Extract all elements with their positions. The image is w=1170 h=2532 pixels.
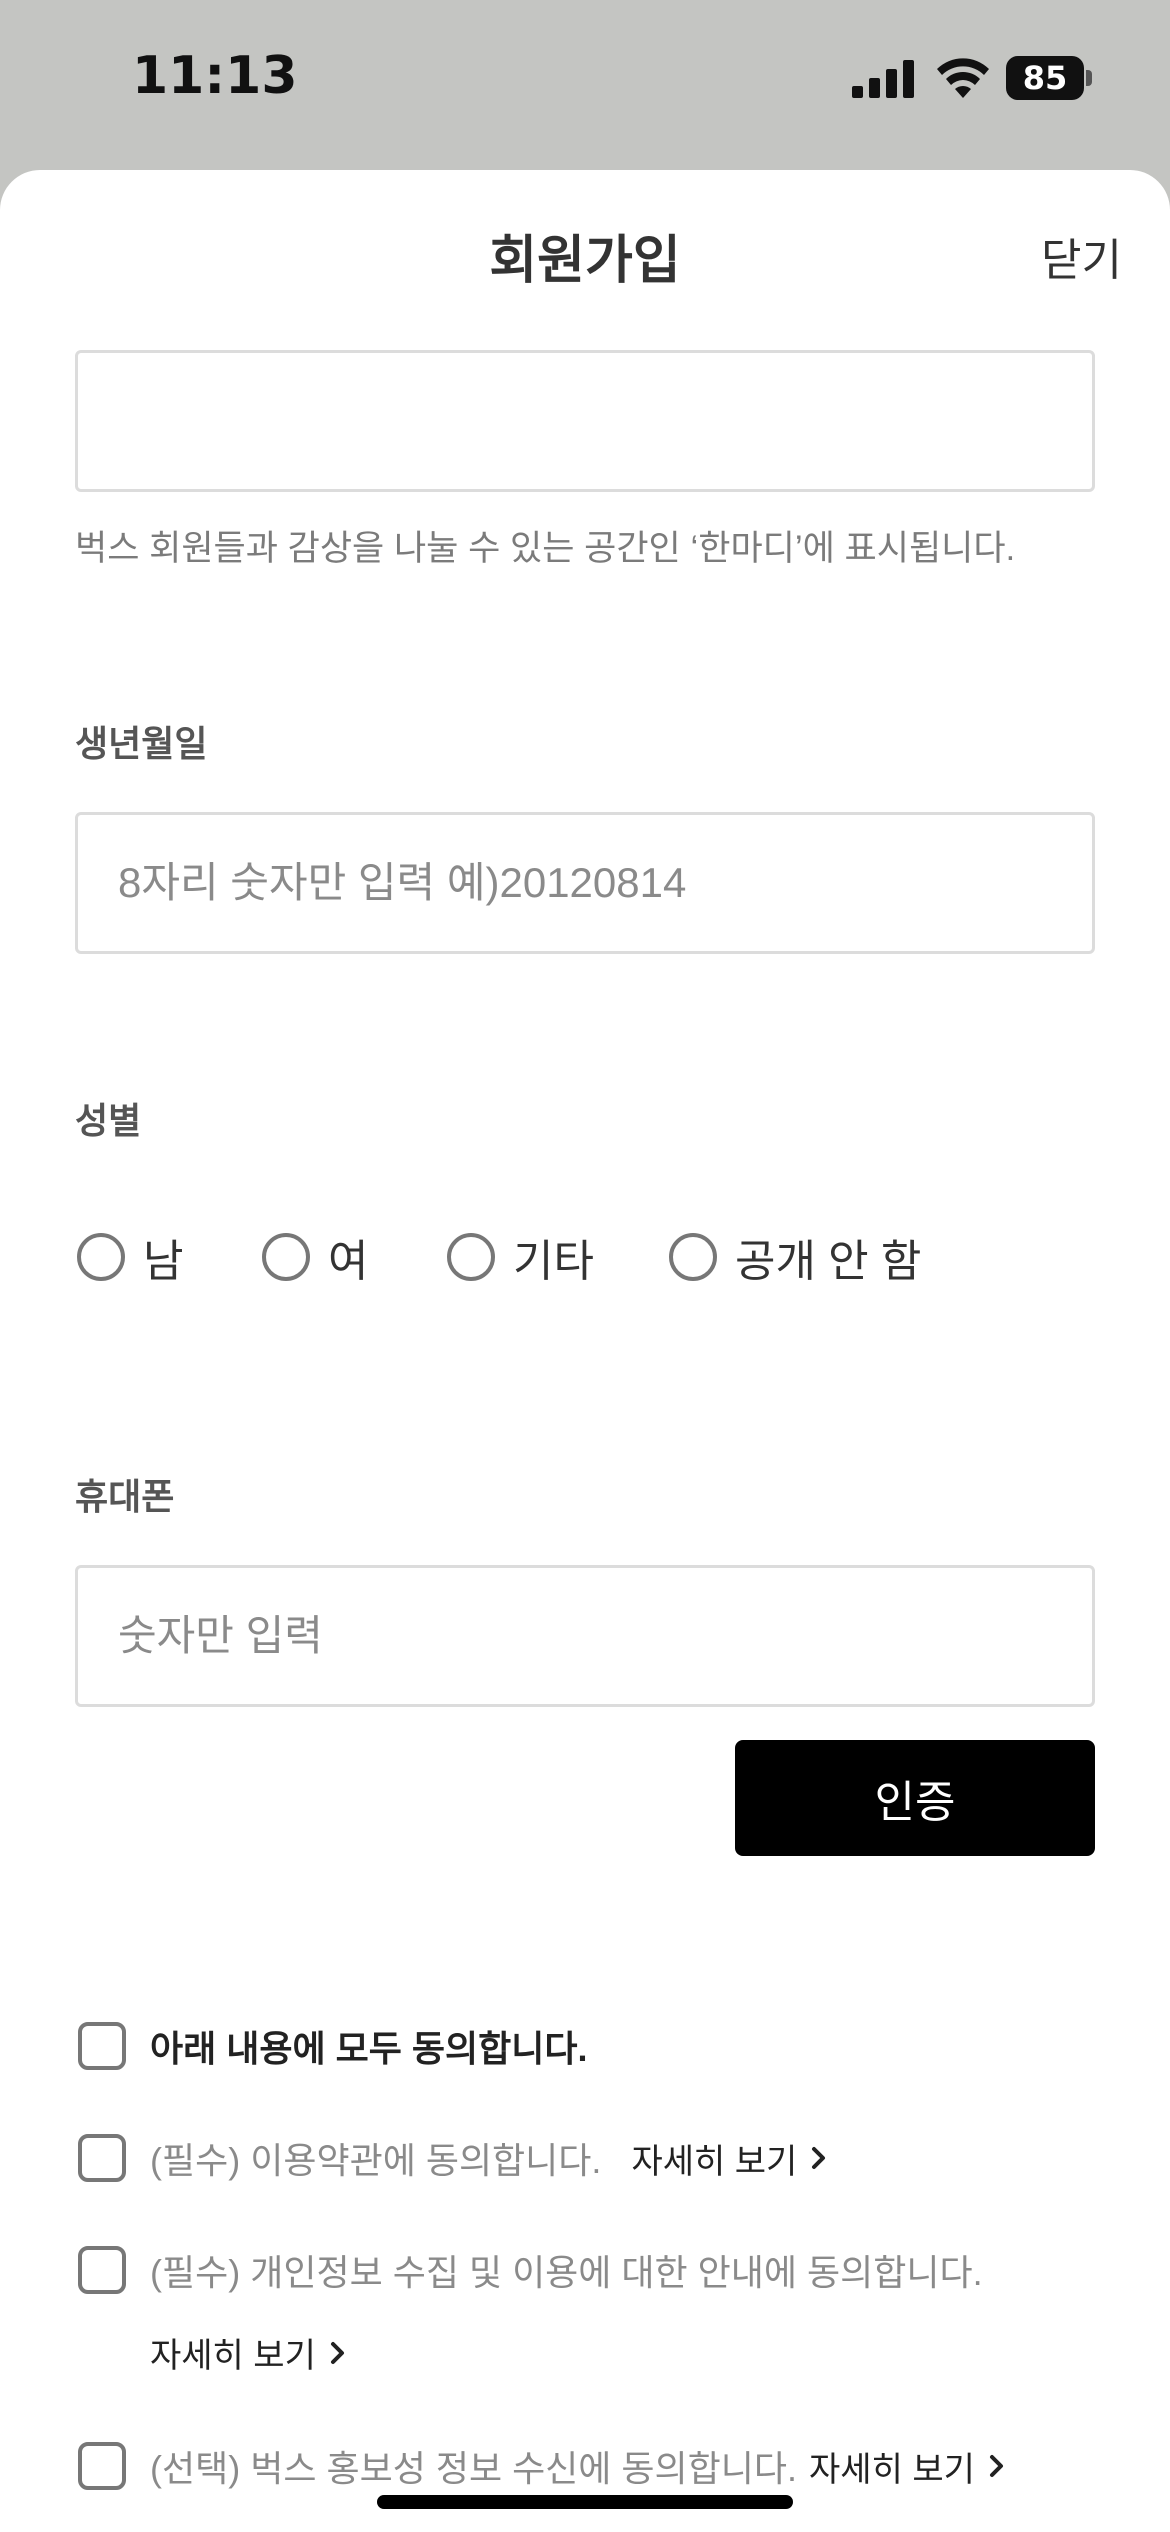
birthdate-input[interactable] (75, 812, 1095, 954)
page-title: 회원가입 (489, 232, 681, 290)
gender-option-undisclosed[interactable]: 공개 안 함 (669, 1227, 921, 1287)
radio-label: 남 (143, 1237, 184, 1286)
agreement-row-privacy: (필수) 개인정보 수집 및 이용에 대한 안내에 동의합니다. (78, 2244, 983, 2296)
gender-option-other[interactable]: 기타 (447, 1227, 594, 1287)
signup-sheet: 회원가입 닫기 벅스 회원들과 감상을 나눌 수 있는 공간인 ‘한마디’에 표… (0, 170, 1170, 2532)
agreement-row-terms: (필수) 이용약관에 동의합니다. 자세히 보기 (78, 2132, 829, 2184)
verify-button[interactable]: 인증 (735, 1740, 1095, 1856)
detail-link-label: 자세히 보기 (150, 2337, 316, 2375)
agree-all-row: 아래 내용에 모두 동의합니다. (78, 2020, 587, 2072)
marketing-detail-link[interactable]: 자세히 보기 (809, 2442, 1007, 2491)
marketing-checkbox[interactable] (78, 2442, 126, 2490)
terms-label: (필수) 이용약관에 동의합니다. (150, 2140, 602, 2181)
nickname-help-text: 벅스 회원들과 감상을 나눌 수 있는 공간인 ‘한마디’에 표시됩니다. (75, 529, 1016, 568)
gender-radio-group: 남 여 기타 공개 안 함 (75, 1227, 1095, 1287)
privacy-checkbox[interactable] (78, 2246, 126, 2294)
terms-checkbox[interactable] (78, 2134, 126, 2182)
signal-icon (852, 60, 914, 98)
phone-input[interactable] (75, 1565, 1095, 1707)
phone-label: 휴대폰 (75, 1476, 175, 1517)
gender-option-female[interactable]: 여 (262, 1227, 368, 1287)
radio-button[interactable] (447, 1233, 495, 1281)
agree-all-label: 아래 내용에 모두 동의합니다. (150, 2028, 588, 2069)
privacy-label: (필수) 개인정보 수집 및 이용에 대한 안내에 동의합니다. (150, 2252, 983, 2293)
birthdate-label: 생년월일 (75, 723, 208, 764)
battery-icon: 85 (1006, 56, 1092, 100)
detail-link-label: 자세히 보기 (631, 2142, 798, 2181)
gender-label: 성별 (75, 1100, 142, 1141)
radio-label: 기타 (513, 1237, 594, 1286)
chevron-right-icon (812, 2147, 826, 2169)
gender-option-male[interactable]: 남 (77, 1227, 183, 1287)
privacy-detail-link[interactable]: 자세히 보기 (150, 2328, 348, 2377)
radio-label: 공개 안 함 (735, 1237, 922, 1286)
close-button[interactable]: 닫기 (1041, 224, 1122, 288)
status-bar: 11:13 85 (0, 0, 1170, 160)
radio-button[interactable] (77, 1233, 125, 1281)
radio-button[interactable] (262, 1233, 310, 1281)
battery-level: 85 (1022, 59, 1068, 97)
agree-all-checkbox[interactable] (78, 2022, 126, 2070)
home-indicator (377, 2495, 793, 2509)
radio-button[interactable] (669, 1233, 717, 1281)
chevron-right-icon (989, 2455, 1003, 2477)
marketing-label: (선택) 벅스 홍보성 정보 수신에 동의합니다. (150, 2448, 798, 2489)
chevron-right-icon (330, 2341, 344, 2364)
status-time: 11:13 (132, 46, 298, 106)
radio-label: 여 (328, 1237, 369, 1286)
terms-detail-link[interactable]: 자세히 보기 (631, 2134, 829, 2183)
agreement-row-marketing: (선택) 벅스 홍보성 정보 수신에 동의합니다. 자세히 보기 (78, 2440, 1007, 2492)
detail-link-label: 자세히 보기 (809, 2450, 975, 2489)
wifi-icon (937, 58, 989, 98)
nickname-input[interactable] (75, 350, 1095, 492)
